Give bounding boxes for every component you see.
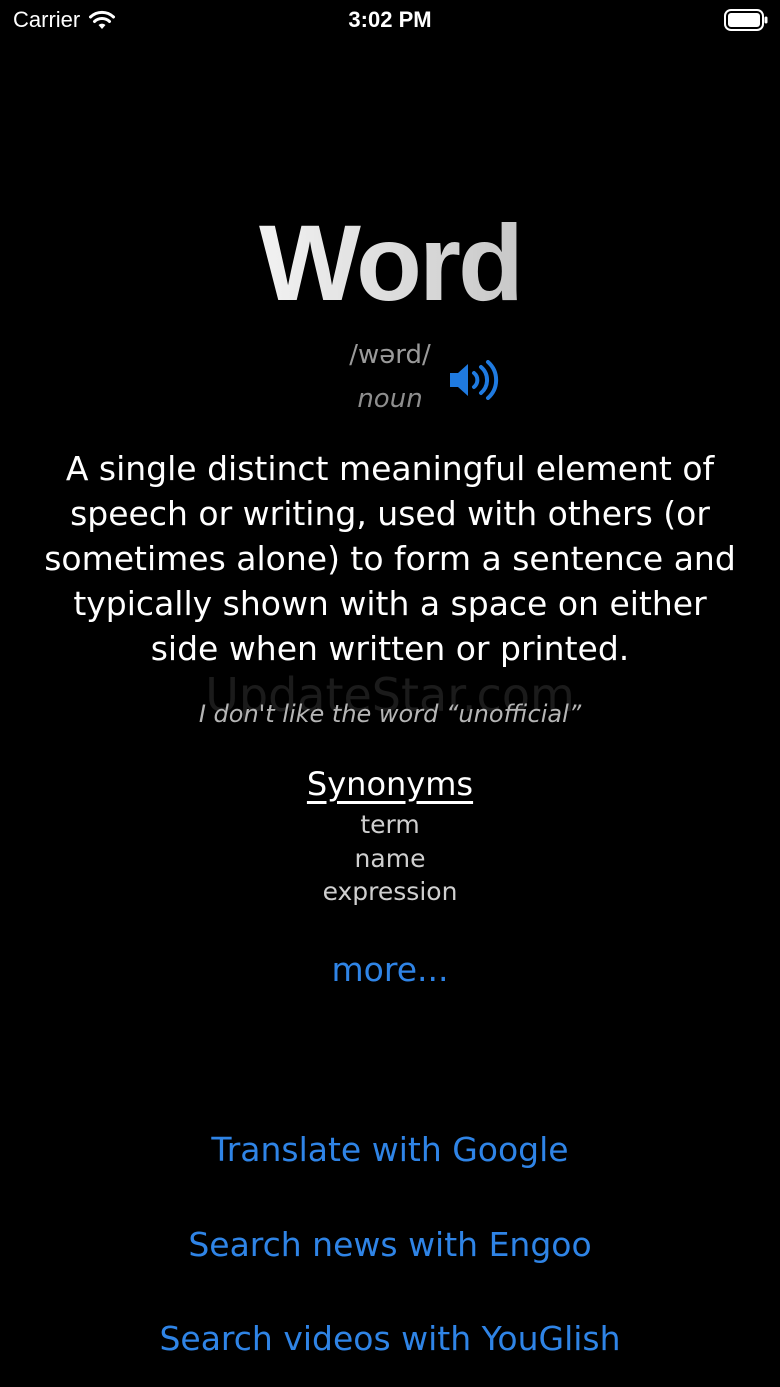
synonym-list: term name expression [0, 808, 780, 909]
phonetic-transcription: /wərd/ [349, 340, 431, 370]
definition-text: A single distinct meaningful element of … [44, 449, 736, 668]
synonym-item: term [360, 810, 420, 839]
translate-google-button[interactable]: Translate with Google [0, 1130, 780, 1169]
synonyms-heading: Synonyms [306, 765, 474, 803]
status-bar: Carrier 3:02 PM [0, 0, 780, 40]
synonym-item: name [354, 843, 426, 873]
part-of-speech: noun [357, 384, 423, 414]
word-title: Word [0, 203, 780, 323]
status-time: 3:02 PM [348, 7, 432, 32]
synonym-item: expression [322, 877, 458, 906]
search-videos-youglish-button[interactable]: Search videos with YouGlish [0, 1319, 780, 1358]
example-sentence: I don't like the word “unofficial” [198, 700, 582, 728]
more-synonyms-link[interactable]: more... [0, 950, 780, 989]
battery-icon [724, 9, 768, 31]
search-news-engoo-button[interactable]: Search news with Engoo [0, 1225, 780, 1264]
